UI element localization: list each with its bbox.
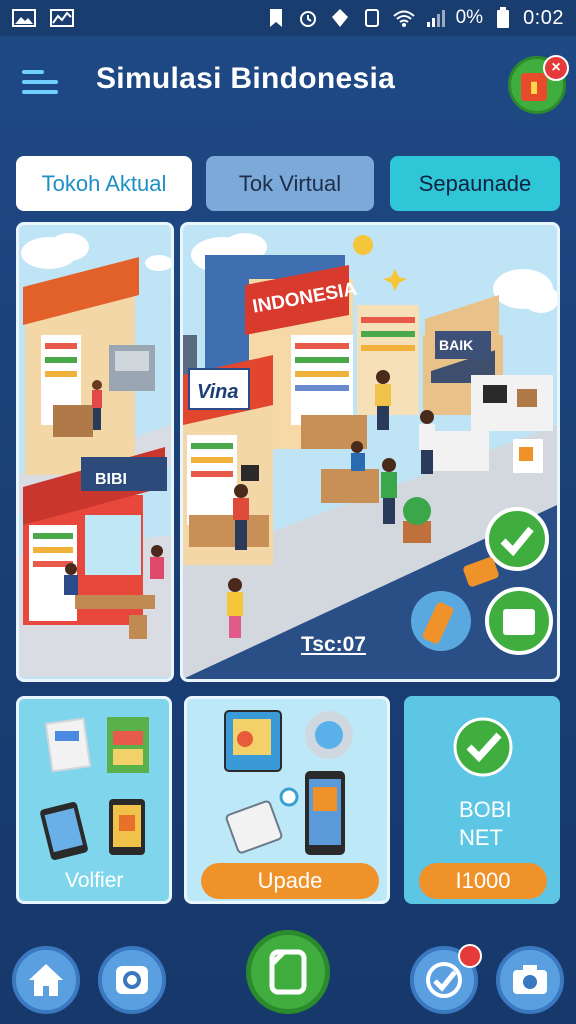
main-action-button[interactable] [246, 930, 330, 1014]
check-tool-button[interactable] [410, 944, 482, 1014]
photo-button[interactable] [496, 946, 564, 1014]
home-icon [29, 964, 63, 996]
notification-badge: × [543, 55, 569, 81]
battery-text: 0% [455, 7, 484, 28]
store-icon: ▮ [521, 73, 547, 101]
menu-button[interactable] [22, 68, 58, 96]
chart-icon [50, 8, 74, 28]
left-shop-illustration [19, 233, 171, 677]
card-upade[interactable]: Upade [184, 696, 390, 904]
card-bobi-net[interactable]: BOBI NET I1000 [404, 696, 560, 904]
signal-icon [424, 8, 448, 28]
tab-tokoh-aktual[interactable]: Tokoh Aktual [16, 156, 192, 211]
camera-button[interactable] [98, 946, 166, 1014]
device-icon [269, 949, 307, 995]
scene-caption: Tsc:07 [301, 633, 366, 656]
pencil-icon[interactable] [411, 591, 471, 651]
left-shop-sign: BIBI [95, 471, 127, 488]
small-shop-sign: BAIK [439, 337, 474, 353]
shopping-bag-icon[interactable] [487, 589, 551, 653]
shop-name-sign: Vina [197, 381, 239, 403]
page-title: Simulasi Bindonesia [96, 62, 396, 95]
tab-tok-virtual[interactable]: Tok Virtual [206, 156, 374, 211]
alarm-icon [296, 8, 320, 28]
tab-sepaunade[interactable]: Sepaunade [390, 156, 560, 211]
check-icon [426, 962, 462, 998]
verified-check-icon [453, 717, 513, 777]
card-net-line2: NET [459, 825, 503, 850]
bookmark-icon [264, 8, 288, 28]
card-volfier[interactable]: Volfier [16, 696, 172, 904]
bobi-net-button[interactable]: I1000 [419, 863, 547, 899]
gallery-icon [12, 8, 36, 28]
notification-dot [458, 944, 482, 968]
card-bobi-line1: BOBI [459, 797, 512, 822]
sim-icon [360, 8, 384, 28]
wifi-icon [392, 8, 416, 28]
camera-icon [513, 965, 547, 994]
battery-icon [491, 7, 515, 28]
tag-icon[interactable] [463, 555, 499, 585]
app-bar: Simulasi Bindonesia ▮ × [0, 44, 576, 120]
card-volfier-label: Volfier [65, 869, 124, 892]
home-button[interactable] [12, 946, 80, 1014]
main-scene-panel[interactable]: INDONESIA Vina BAIK Tsc:07 [180, 222, 560, 682]
app-logo-button[interactable]: ▮ × [508, 55, 569, 114]
camera-icon [116, 966, 148, 994]
status-bar: 0% 0:02 [0, 0, 576, 36]
clock: 0:02 [523, 6, 564, 29]
left-scene-panel[interactable]: BIBI [16, 222, 174, 682]
location-icon [328, 8, 352, 28]
upade-button[interactable]: Upade [201, 863, 379, 899]
